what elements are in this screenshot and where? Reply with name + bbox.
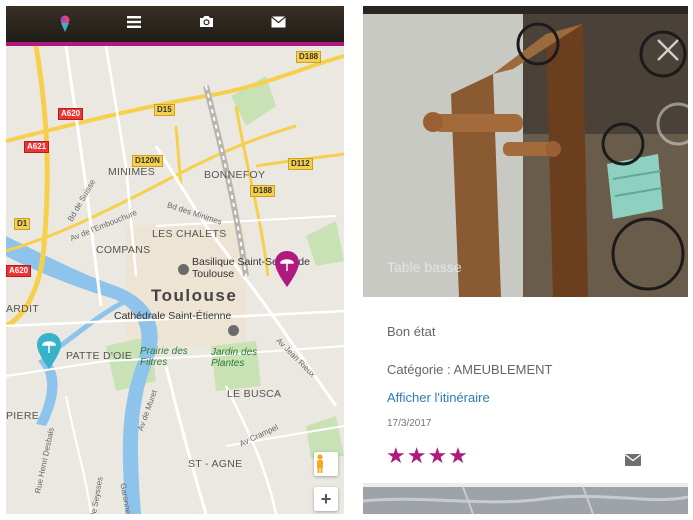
envelope-icon[interactable]	[625, 453, 641, 466]
road-label: A621	[24, 141, 50, 153]
road-label: D188	[250, 185, 276, 197]
city-label: Toulouse	[151, 286, 238, 305]
poi-icon	[178, 264, 189, 275]
camera-icon[interactable]	[195, 15, 217, 33]
listing-detail-screen: Table basse Bon état Catégorie : AMEUBLE…	[363, 6, 688, 514]
park-label: Prairie des Filtres	[140, 346, 188, 368]
category-text: Catégorie : AMEUBLEMENT	[387, 362, 553, 377]
road-label: D15	[154, 104, 175, 116]
area-label: ST - AGNE	[188, 458, 243, 470]
listing-card: Bon état Catégorie : AMEUBLEMENT Affiche…	[363, 297, 688, 483]
map-preview[interactable]	[363, 486, 688, 514]
area-label: ARDIT	[6, 303, 39, 315]
area-label: PIERE	[6, 410, 40, 422]
map-screen: D188 A620 D15 A621 D120N D112 D188 D1 A6…	[6, 6, 344, 514]
close-icon[interactable]	[656, 38, 680, 62]
poi-label: Cathédrale Saint-Étienne	[114, 310, 232, 322]
show-route-link[interactable]: Afficher l'itinéraire	[387, 390, 490, 405]
menu-icon[interactable]	[123, 15, 145, 33]
top-bar-strip	[363, 6, 688, 14]
road-label: D112	[288, 158, 313, 170]
road-label: A620	[58, 108, 84, 120]
top-nav-bar	[6, 6, 344, 46]
road-label: A620	[6, 265, 32, 277]
listing-photo: Table basse	[363, 14, 688, 297]
area-label: COMPANS	[96, 244, 151, 256]
listing-date: 17/3/2017	[387, 418, 432, 429]
rating-stars[interactable]: ★★★★	[386, 443, 469, 469]
park-label: Jardin des Plantes	[211, 347, 258, 369]
envelope-icon[interactable]	[267, 15, 289, 33]
zoom-in-button[interactable]: +	[314, 487, 338, 511]
area-label: MINIMES	[108, 166, 156, 178]
area-label: LES CHALETS	[152, 228, 227, 240]
map-view[interactable]: D188 A620 D15 A621 D120N D112 D188 D1 A6…	[6, 46, 344, 514]
listing-marker-cyan[interactable]	[37, 333, 61, 369]
area-label: PATTE D'OIE	[66, 350, 133, 362]
listing-marker-magenta[interactable]	[275, 251, 299, 287]
photo-caption: Table basse	[387, 259, 462, 275]
condition-text: Bon état	[387, 324, 436, 339]
area-label: LE BUSCA	[227, 388, 282, 400]
area-label: BONNEFOY	[204, 169, 266, 181]
road-label: D1	[14, 218, 31, 230]
poi-icon	[228, 325, 239, 336]
street-view-pegman-icon[interactable]	[314, 452, 338, 476]
ice-cream-logo-icon[interactable]	[54, 15, 76, 33]
road-label: D188	[296, 51, 322, 63]
